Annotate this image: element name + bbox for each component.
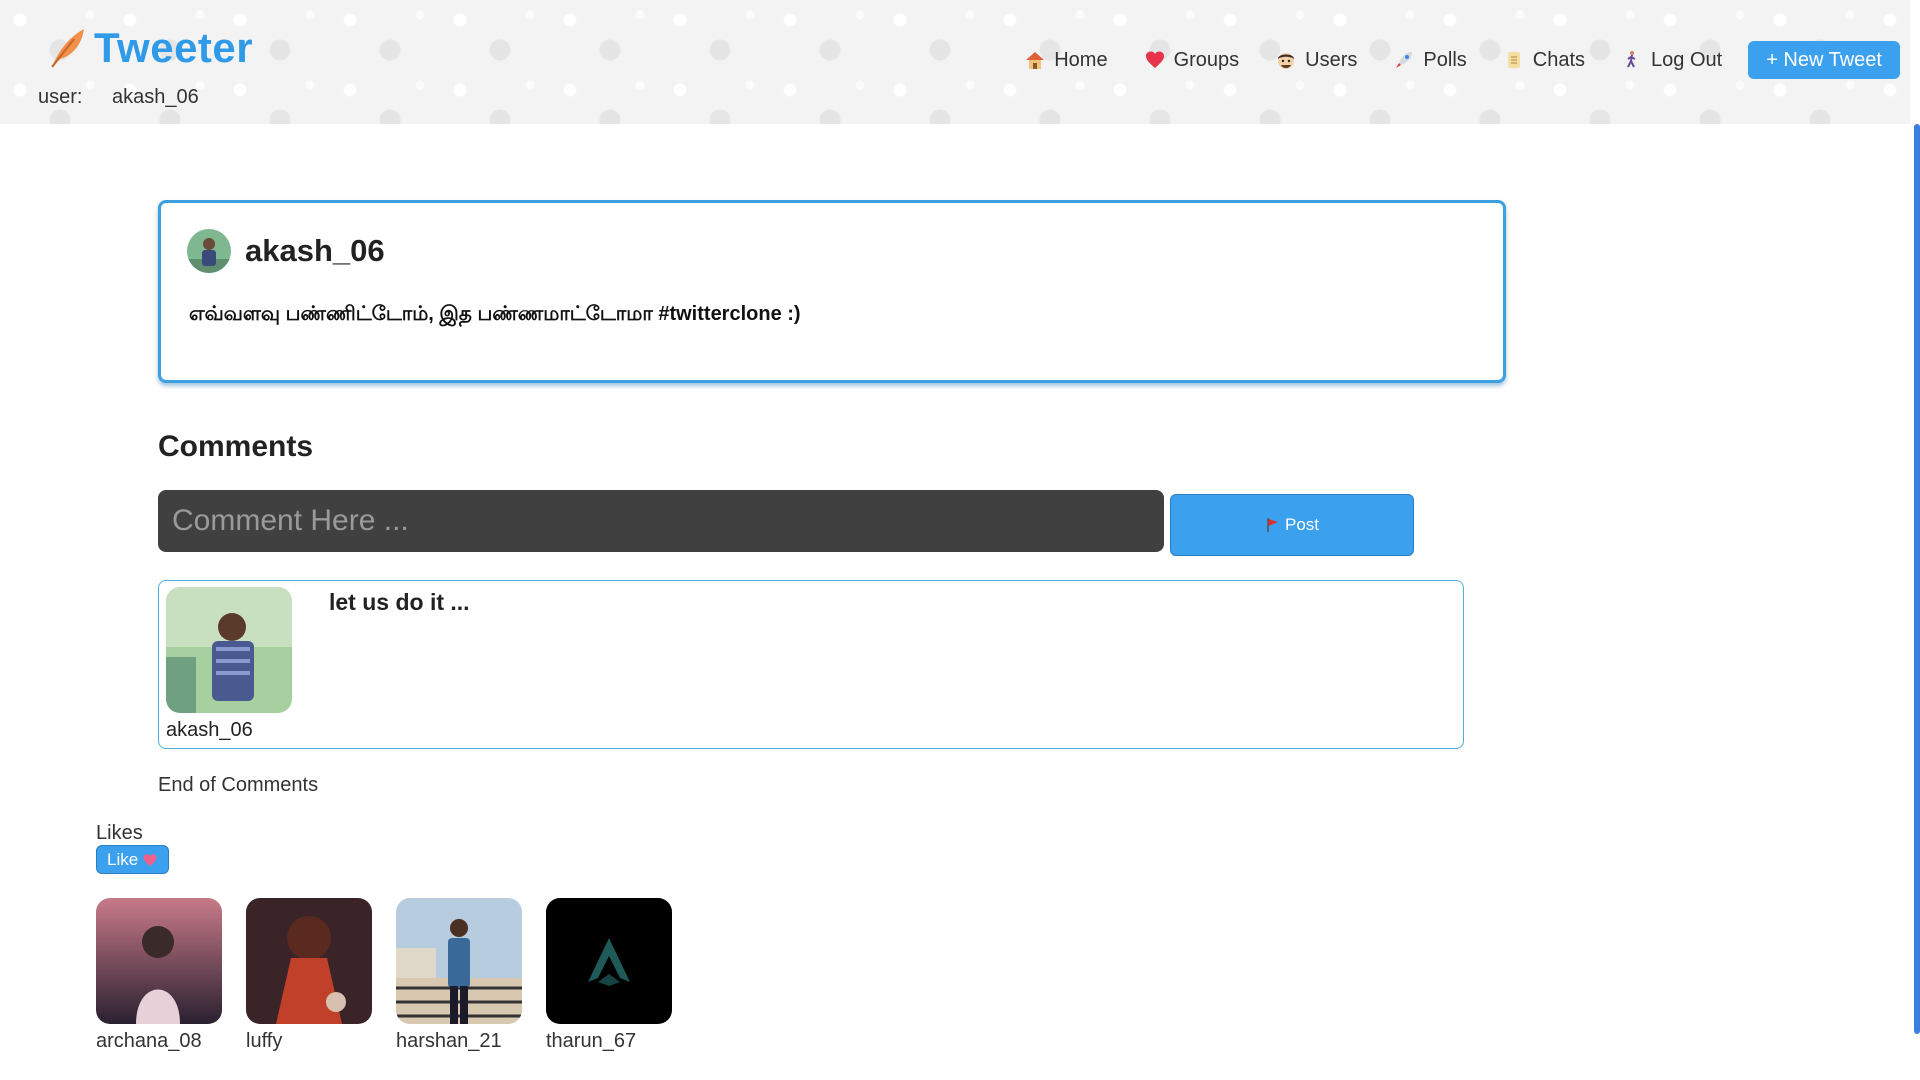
scroll-icon (1507, 52, 1520, 68)
likers-list: archana_08 luffy harshan_21 tharun_67 (96, 898, 696, 1053)
liker-item[interactable]: harshan_21 (396, 898, 546, 1053)
like-button[interactable]: Like (96, 845, 170, 874)
avatar[interactable] (187, 229, 231, 273)
tweet-card: akash_06 எவ்வளவு பண்ணிட்டோம், இத பண்ணமாட… (158, 200, 1506, 383)
face-icon (1278, 53, 1295, 69)
heart-icon (1145, 51, 1164, 68)
scrollbar[interactable] (1914, 124, 1920, 1034)
comment-avatar-photo (166, 587, 292, 713)
likes-heading: Likes (96, 822, 143, 844)
liker-photo (96, 898, 222, 1024)
nav-logout-label: Log Out (1651, 48, 1723, 71)
end-of-comments: End of Comments (158, 774, 319, 796)
nav-home-label: Home (1054, 48, 1108, 71)
user-label: user: (38, 86, 83, 108)
liker-name: harshan_21 (396, 1030, 502, 1052)
liker-avatar (96, 898, 222, 1024)
nav-home[interactable]: Home (1024, 41, 1108, 79)
comment-avatar[interactable] (166, 587, 292, 713)
liker-name: luffy (246, 1030, 283, 1052)
like-label: Like (107, 849, 139, 869)
nav-polls[interactable]: Polls (1393, 41, 1467, 79)
nav-users-label: Users (1305, 48, 1358, 71)
user-name: akash_06 (112, 86, 199, 108)
liker-photo (546, 898, 672, 1024)
current-user: user: akash_06 (38, 86, 199, 109)
comment-user: akash_06 (166, 719, 253, 741)
liker-item[interactable]: archana_08 (96, 898, 246, 1053)
liker-name: tharun_67 (546, 1030, 637, 1052)
nav-polls-label: Polls (1423, 48, 1467, 71)
feather-icon (51, 29, 84, 68)
comment-text: let us do it ... (329, 589, 470, 615)
header: Tweeter user: akash_06 Home Groups Users… (0, 0, 1910, 124)
liker-item[interactable]: luffy (246, 898, 396, 1053)
person-walking-icon (1627, 51, 1636, 68)
liker-photo (246, 898, 372, 1024)
house-icon (1026, 52, 1045, 69)
liker-item[interactable]: tharun_67 (546, 898, 696, 1053)
comment-input[interactable] (158, 490, 1164, 552)
nav-logout[interactable]: Log Out (1621, 41, 1722, 79)
sparkling-heart-icon (143, 853, 157, 866)
flag-icon (1267, 518, 1278, 532)
nav-groups[interactable]: Groups (1144, 41, 1240, 79)
rocket-icon (1396, 52, 1413, 68)
liker-name: archana_08 (96, 1030, 202, 1052)
nav-users[interactable]: Users (1275, 41, 1357, 79)
liker-avatar (396, 898, 522, 1024)
post-comment-button[interactable]: Post (1170, 494, 1414, 556)
nav-groups-label: Groups (1173, 48, 1240, 71)
avatar-photo (187, 229, 231, 273)
comments-heading: Comments (158, 430, 314, 463)
logo[interactable]: Tweeter (44, 24, 253, 72)
new-tweet-button[interactable]: + New Tweet (1748, 41, 1900, 79)
liker-avatar (546, 898, 672, 1024)
nav-chats-label: Chats (1532, 48, 1586, 71)
tweet-author: akash_06 (245, 233, 385, 268)
liker-photo (396, 898, 522, 1024)
post-label: Post (1284, 515, 1320, 534)
liker-avatar (246, 898, 372, 1024)
app-title: Tweeter (94, 24, 254, 71)
tweet-header: akash_06 (187, 229, 385, 273)
top-nav: Home Groups Users Polls Chats Log Out + … (988, 41, 1900, 79)
tweet-text: எவ்வளவு பண்ணிட்டோம், இத பண்ணமாட்டோமா #tw… (189, 303, 801, 325)
nav-chats[interactable]: Chats (1503, 41, 1585, 79)
comment-item: akash_06 let us do it ... (158, 580, 1464, 749)
